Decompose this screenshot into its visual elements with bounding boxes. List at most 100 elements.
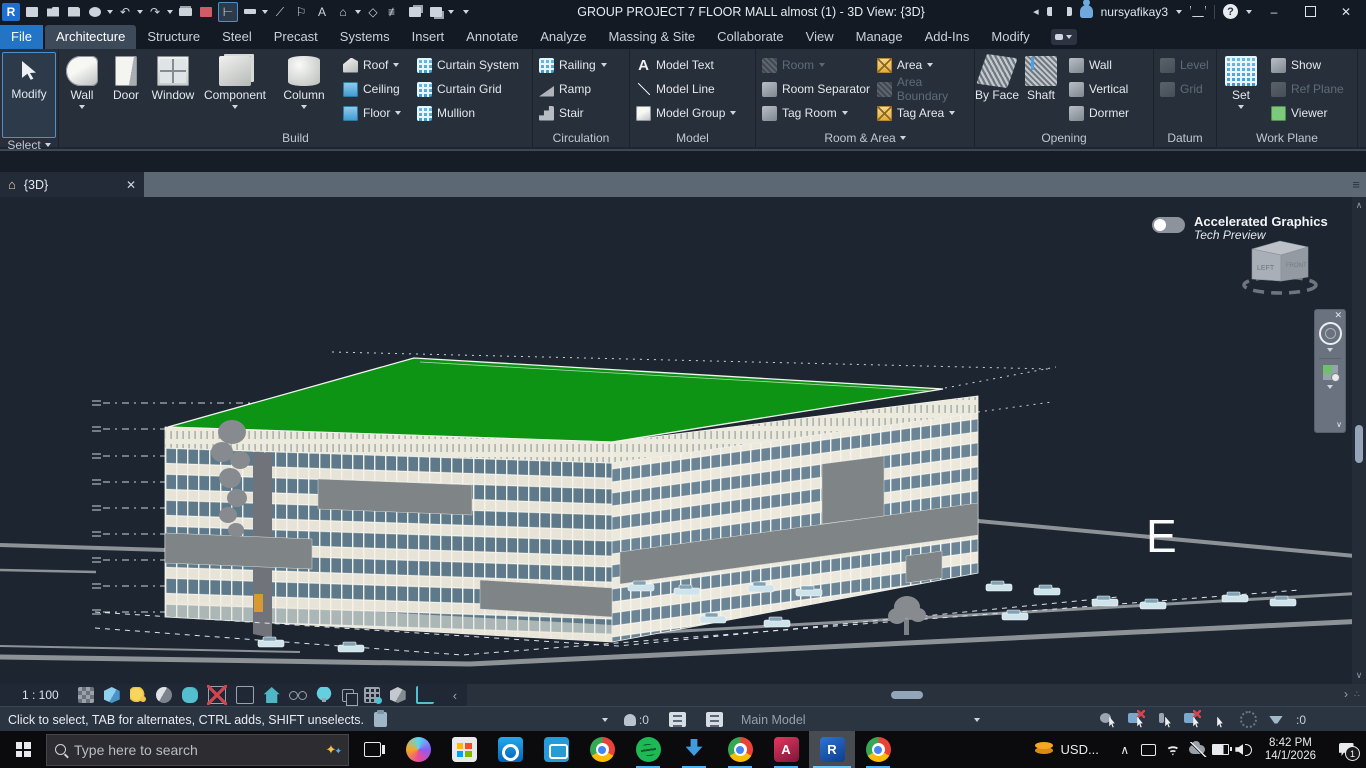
design-options-icon[interactable]: [706, 712, 723, 727]
stair-button[interactable]: Stair: [533, 101, 607, 125]
ceiling-button[interactable]: Ceiling: [337, 77, 411, 101]
roof-button[interactable]: Roof: [337, 53, 411, 77]
reveal-constraints-icon[interactable]: [416, 686, 434, 704]
task-view-button[interactable]: [349, 731, 395, 768]
model-group-button[interactable]: Model Group: [630, 101, 736, 125]
taskbar-clock[interactable]: 8:42 PM 14/1/2026: [1265, 737, 1316, 763]
navbar-expand-icon[interactable]: ∨: [1336, 421, 1345, 432]
open-file-icon[interactable]: [44, 3, 62, 21]
switch-windows-icon[interactable]: [427, 3, 445, 21]
crop-view-icon[interactable]: [208, 686, 226, 704]
tab-modify[interactable]: Modify: [980, 25, 1040, 49]
help-icon[interactable]: ?: [1223, 4, 1238, 19]
taskbar-chrome-2[interactable]: [717, 731, 763, 768]
dormer-opening-button[interactable]: Dormer: [1063, 101, 1129, 125]
select-by-face-icon[interactable]: [1184, 712, 1200, 728]
curtain-grid-button[interactable]: Curtain Grid: [411, 77, 519, 101]
room-separator-button[interactable]: Room Separator: [756, 77, 871, 101]
sun-path-icon[interactable]: [130, 687, 146, 703]
tab-massing-site[interactable]: Massing & Site: [597, 25, 706, 49]
area-button[interactable]: Area: [871, 53, 974, 77]
taskbar-autocad[interactable]: A: [763, 731, 809, 768]
undo-dropdown-caret[interactable]: [137, 10, 143, 14]
taskbar-spotify[interactable]: [625, 731, 671, 768]
sync-with-central-icon[interactable]: [86, 3, 104, 21]
undo-icon[interactable]: ↶: [116, 3, 134, 21]
taskbar-chrome-3[interactable]: [855, 731, 901, 768]
view-bar-collapse-icon[interactable]: ‹: [453, 688, 457, 703]
store-cart-icon[interactable]: [1190, 6, 1206, 17]
search-help-icon[interactable]: [1047, 7, 1072, 16]
vertical-opening-button[interactable]: Vertical: [1063, 77, 1129, 101]
currency-label[interactable]: USD...: [1061, 742, 1099, 757]
ref-plane-button[interactable]: Ref Plane: [1265, 77, 1344, 101]
battery-icon[interactable]: [1209, 731, 1233, 768]
temporary-view-properties-icon[interactable]: [342, 689, 354, 702]
default-3d-view-icon[interactable]: ⌂: [334, 3, 352, 21]
editable-only-icon[interactable]: [624, 714, 636, 726]
ramp-button[interactable]: Ramp: [533, 77, 607, 101]
active-design-option[interactable]: Main Model: [741, 713, 806, 727]
tag-by-category-icon[interactable]: ⚐: [292, 3, 310, 21]
ribbon-display-options-icon[interactable]: [1051, 29, 1077, 45]
drawing-area[interactable]: E Accelerated Graphics Tech Preview LEFT…: [0, 197, 1366, 684]
revit-app-icon[interactable]: R: [2, 3, 20, 21]
select-underlay-icon[interactable]: [1128, 712, 1144, 728]
show-work-plane-button[interactable]: Show: [1265, 53, 1344, 77]
collapse-search-icon[interactable]: ◂: [1033, 5, 1039, 18]
resize-grip[interactable]: ∴: [1354, 692, 1364, 702]
render-dialog-icon[interactable]: [182, 687, 198, 703]
navbar-close-icon[interactable]: ✕: [1334, 310, 1345, 320]
displacement-sets-icon[interactable]: [390, 687, 406, 703]
sync-dropdown-caret[interactable]: [107, 10, 113, 14]
scroll-up-icon[interactable]: ∧: [1352, 200, 1366, 211]
hidden-icons-chevron[interactable]: ∧: [1113, 731, 1137, 768]
wheel-dropdown-caret[interactable]: [1327, 348, 1333, 352]
maximize-button[interactable]: [1296, 1, 1324, 23]
wall-button[interactable]: Wall: [59, 53, 105, 126]
steering-wheel-icon[interactable]: [1319, 322, 1342, 345]
taskbar-outlook[interactable]: [487, 731, 533, 768]
tag-area-button[interactable]: Tag Area: [871, 101, 974, 125]
viewcube[interactable]: LEFT FRONT: [1240, 233, 1340, 297]
3d-view-dropdown-caret[interactable]: [355, 10, 361, 14]
mall-building[interactable]: [165, 358, 978, 642]
tab-systems[interactable]: Systems: [329, 25, 401, 49]
tab-architecture[interactable]: Architecture: [45, 25, 136, 49]
scroll-down-icon[interactable]: ∨: [1352, 670, 1366, 681]
tag-room-button[interactable]: Tag Room: [756, 101, 871, 125]
show-crop-region-icon[interactable]: [236, 686, 254, 704]
taskbar-store[interactable]: [441, 731, 487, 768]
redo-dropdown-caret[interactable]: [167, 10, 173, 14]
switch-windows-caret[interactable]: [448, 10, 454, 14]
horizontal-scroll-thumb[interactable]: [891, 691, 923, 699]
accelerated-graphics-toggle[interactable]: [1152, 217, 1185, 233]
vertical-scroll-thumb[interactable]: [1355, 425, 1363, 463]
currency-co coins-icon[interactable]: [1035, 742, 1055, 758]
view-scale-button[interactable]: 1 : 100: [0, 688, 73, 702]
column-button[interactable]: Column: [271, 53, 337, 126]
screen-cast-icon[interactable]: [1137, 731, 1161, 768]
measure-dropdown-caret[interactable]: [262, 10, 268, 14]
user-avatar-icon[interactable]: [1080, 5, 1093, 18]
start-button[interactable]: [0, 731, 46, 768]
close-inactive-windows-icon[interactable]: [406, 3, 424, 21]
tab-file[interactable]: File: [0, 25, 43, 49]
window-button[interactable]: Window: [147, 53, 199, 126]
tab-collaborate[interactable]: Collaborate: [706, 25, 795, 49]
visual-style-icon[interactable]: [104, 687, 120, 703]
close-button[interactable]: ✕: [1332, 1, 1360, 23]
room-button[interactable]: Room: [756, 53, 871, 77]
zoom-dropdown-caret[interactable]: [1327, 385, 1333, 389]
design-option-caret[interactable]: [974, 718, 980, 722]
grid-button[interactable]: Grid: [1154, 77, 1209, 101]
door-button[interactable]: Door: [105, 53, 147, 126]
tab-add-ins[interactable]: Add-Ins: [914, 25, 981, 49]
model-line-button[interactable]: Model Line: [630, 77, 736, 101]
select-links-icon[interactable]: [1100, 712, 1116, 728]
close-hidden-views-icon[interactable]: [197, 3, 215, 21]
scroll-right-icon[interactable]: ›: [1344, 687, 1348, 701]
curtain-system-button[interactable]: Curtain System: [411, 53, 519, 77]
user-menu-caret[interactable]: [1176, 10, 1182, 14]
temporary-hide-isolate-icon[interactable]: [316, 687, 332, 703]
